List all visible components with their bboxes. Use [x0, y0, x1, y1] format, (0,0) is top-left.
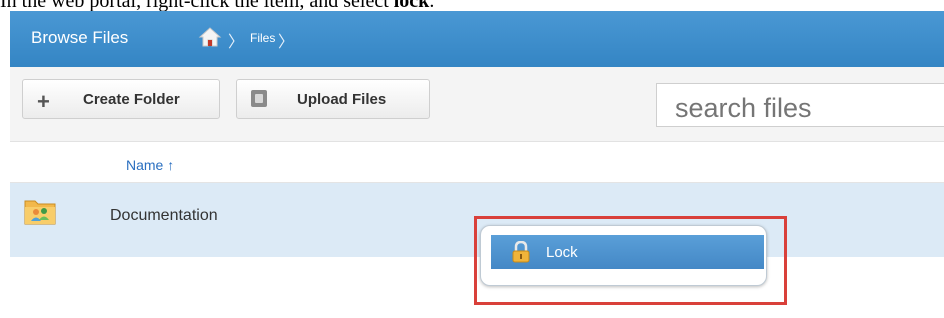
file-name: Documentation	[110, 207, 218, 224]
annotation-highlight-box	[474, 216, 787, 305]
page-title: Browse Files	[31, 28, 129, 47]
breadcrumb-files[interactable]: Files	[250, 31, 275, 45]
column-header-row: Name ↑	[10, 142, 944, 183]
breadcrumb-separator: 〉	[228, 34, 245, 51]
column-header-name[interactable]: Name ↑	[126, 157, 174, 173]
search-input[interactable]	[656, 83, 944, 127]
create-folder-label: Create Folder	[83, 91, 180, 108]
toolbar: + Create Folder Upload Files	[10, 67, 944, 142]
upload-icon	[251, 90, 267, 107]
breadcrumb-separator: 〉	[278, 34, 295, 51]
home-icon[interactable]	[198, 26, 222, 48]
shared-folder-icon	[24, 200, 56, 225]
create-folder-button[interactable]: + Create Folder	[22, 79, 220, 119]
browse-header: Browse Files 〉 Files 〉	[10, 11, 944, 67]
upload-files-button[interactable]: Upload Files	[236, 79, 430, 119]
instruction-caption: In the web portal, right-click the item,…	[0, 0, 944, 11]
upload-files-label: Upload Files	[297, 91, 387, 108]
plus-icon: +	[37, 89, 50, 114]
